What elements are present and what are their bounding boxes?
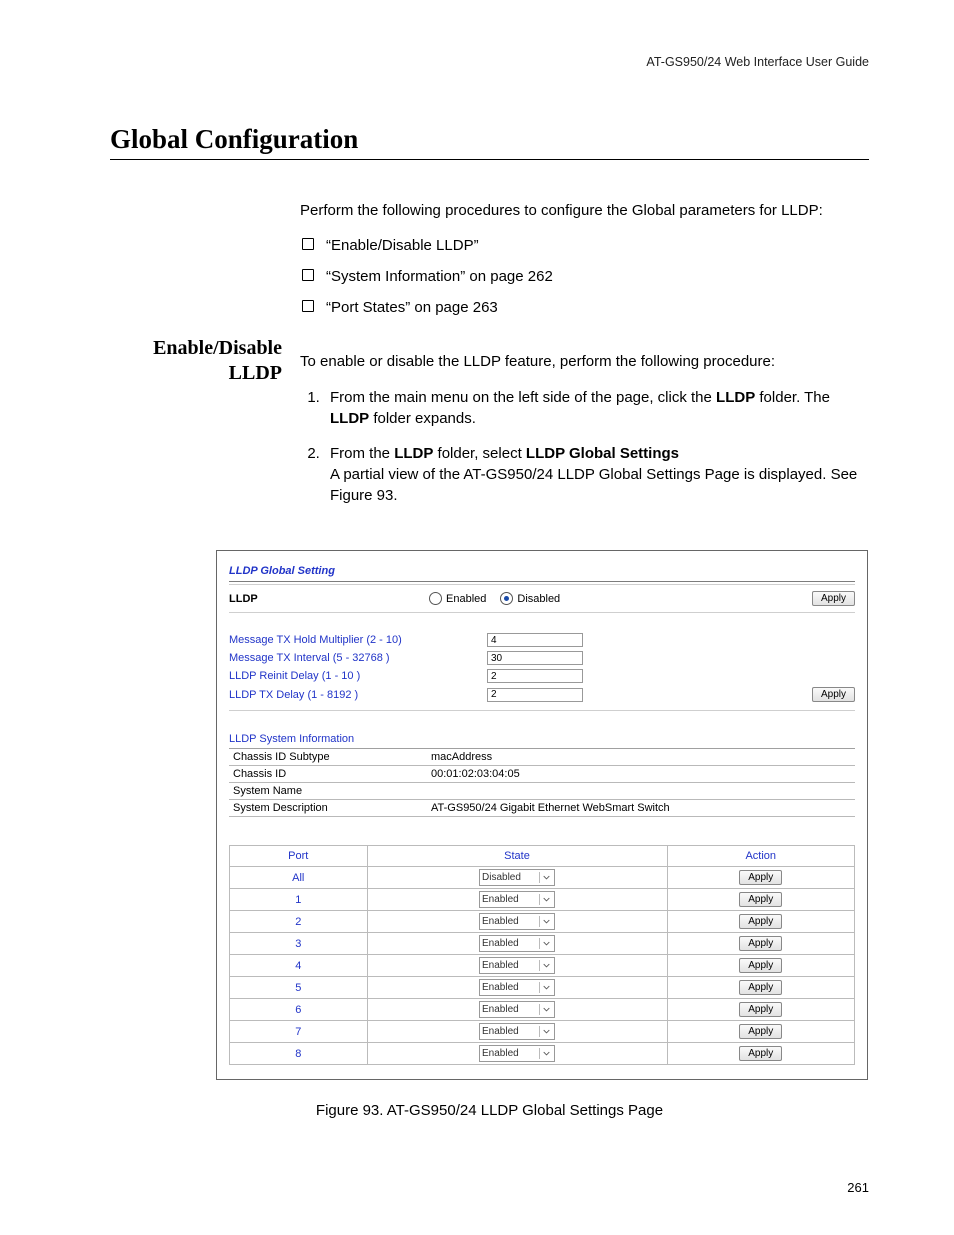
state-select[interactable]: Enabled	[479, 891, 555, 908]
apply-button[interactable]: Apply	[812, 687, 855, 702]
sysinfo-table: Chassis ID SubtypemacAddress Chassis ID0…	[229, 749, 855, 817]
sysinfo-title: LLDP System Information	[229, 733, 855, 749]
state-select[interactable]: Enabled	[479, 1001, 555, 1018]
intro-paragraph: Perform the following procedures to conf…	[300, 200, 869, 221]
xref-item: “System Information” on page 262	[326, 268, 553, 285]
reinit-delay-input[interactable]	[487, 669, 583, 683]
section-intro: To enable or disable the LLDP feature, p…	[300, 351, 869, 372]
ports-table: Port State Action All Disabled Apply 1 Enabl…	[229, 845, 855, 1065]
checkbox-icon	[302, 269, 314, 281]
lldp-label: LLDP	[229, 593, 429, 605]
param-label: LLDP TX Delay (1 - 8192 )	[229, 689, 483, 701]
apply-button[interactable]: Apply	[739, 870, 782, 885]
state-select[interactable]: Enabled	[479, 1045, 555, 1062]
state-select[interactable]: Enabled	[479, 957, 555, 974]
port-cell: All	[230, 867, 368, 889]
tx-interval-input[interactable]	[487, 651, 583, 665]
table-row: 2 Enabled Apply	[230, 911, 855, 933]
table-row: 5 Enabled Apply	[230, 977, 855, 999]
apply-button[interactable]: Apply	[739, 1024, 782, 1039]
port-cell: 2	[230, 911, 368, 933]
table-row: 6 Enabled Apply	[230, 999, 855, 1021]
col-state: State	[367, 846, 667, 867]
panel-title: LLDP Global Setting	[229, 565, 855, 582]
table-row: 3 Enabled Apply	[230, 933, 855, 955]
port-cell: 1	[230, 889, 368, 911]
table-row: All Disabled Apply	[230, 867, 855, 889]
checkbox-icon	[302, 238, 314, 250]
xref-list: “Enable/Disable LLDP” “System Informatio…	[300, 235, 869, 318]
state-select[interactable]: Disabled	[479, 869, 555, 886]
page-number: 261	[847, 1180, 869, 1195]
table-row: 8 Enabled Apply	[230, 1043, 855, 1065]
xref-item: “Enable/Disable LLDP”	[326, 237, 479, 254]
port-cell: 3	[230, 933, 368, 955]
step-1: From the main menu on the left side of t…	[324, 387, 869, 429]
apply-button[interactable]: Apply	[812, 591, 855, 606]
col-action: Action	[667, 846, 855, 867]
radio-enabled[interactable]: Enabled	[429, 592, 486, 605]
xref-item: “Port States” on page 263	[326, 299, 498, 316]
tx-delay-input[interactable]	[487, 688, 583, 702]
section-heading: Enable/Disable LLDP	[110, 336, 282, 386]
apply-button[interactable]: Apply	[739, 958, 782, 973]
port-cell: 7	[230, 1021, 368, 1043]
port-cell: 6	[230, 999, 368, 1021]
state-select[interactable]: Enabled	[479, 979, 555, 996]
apply-button[interactable]: Apply	[739, 1046, 782, 1061]
doc-header: AT-GS950/24 Web Interface User Guide	[110, 55, 869, 69]
radio-icon	[500, 592, 513, 605]
apply-button[interactable]: Apply	[739, 914, 782, 929]
table-row: 1 Enabled Apply	[230, 889, 855, 911]
step-2: From the LLDP folder, select LLDP Global…	[324, 443, 869, 506]
figure-caption: Figure 93. AT-GS950/24 LLDP Global Setti…	[110, 1102, 869, 1119]
col-port: Port	[230, 846, 368, 867]
port-cell: 5	[230, 977, 368, 999]
state-select[interactable]: Enabled	[479, 913, 555, 930]
figure-screenshot: LLDP Global Setting LLDP Enabled Disable…	[216, 550, 868, 1080]
param-label: LLDP Reinit Delay (1 - 10 )	[229, 670, 483, 682]
radio-icon	[429, 592, 442, 605]
param-label: Message TX Interval (5 - 32768 )	[229, 652, 483, 664]
port-cell: 4	[230, 955, 368, 977]
apply-button[interactable]: Apply	[739, 980, 782, 995]
apply-button[interactable]: Apply	[739, 936, 782, 951]
checkbox-icon	[302, 300, 314, 312]
param-label: Message TX Hold Multiplier (2 - 10)	[229, 634, 483, 646]
table-row: 4 Enabled Apply	[230, 955, 855, 977]
radio-disabled[interactable]: Disabled	[500, 592, 560, 605]
tx-hold-input[interactable]	[487, 633, 583, 647]
state-select[interactable]: Enabled	[479, 935, 555, 952]
apply-button[interactable]: Apply	[739, 892, 782, 907]
state-select[interactable]: Enabled	[479, 1023, 555, 1040]
table-row: 7 Enabled Apply	[230, 1021, 855, 1043]
port-cell: 8	[230, 1043, 368, 1065]
page-title: Global Configuration	[110, 124, 869, 160]
apply-button[interactable]: Apply	[739, 1002, 782, 1017]
